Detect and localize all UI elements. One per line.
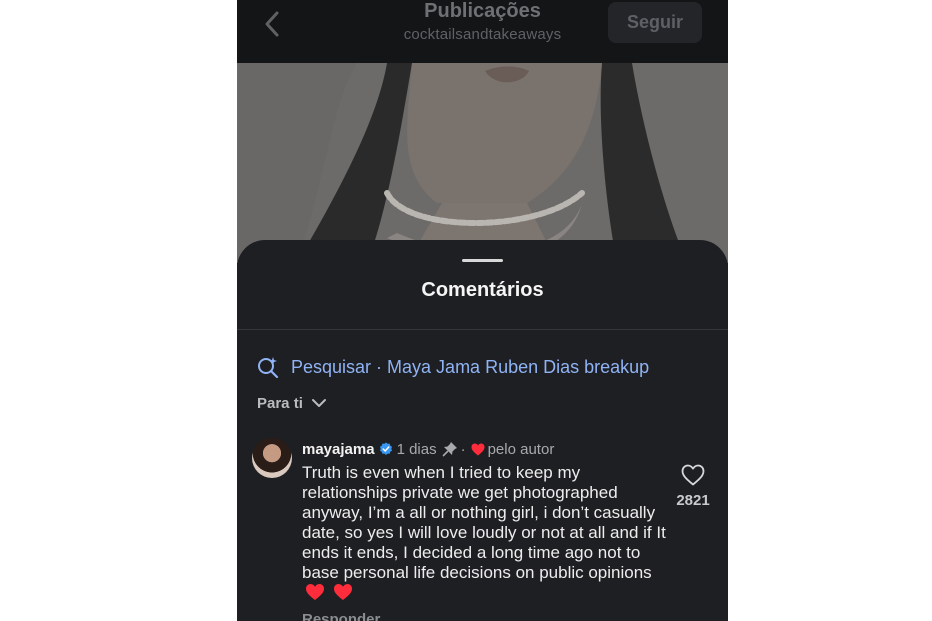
reply-button[interactable]: Responder — [302, 611, 380, 621]
red-heart-emoji-icon — [306, 584, 324, 600]
comment-text: Truth is even when I tried to keep my re… — [302, 463, 666, 582]
comment-time: 1 dias — [396, 440, 437, 458]
comment-username[interactable]: mayajama — [302, 441, 375, 458]
red-heart-icon — [471, 443, 485, 455]
heart-outline-icon[interactable] — [681, 464, 705, 486]
header-divider — [237, 329, 728, 330]
comment-body: Truth is even when I tried to keep my re… — [302, 463, 677, 603]
avatar[interactable] — [252, 438, 292, 478]
search-sparkle-icon — [258, 357, 279, 378]
chevron-down-icon — [311, 399, 326, 407]
comments-sheet: Comentários Pesquisar · Maya Jama Ruben … — [237, 240, 728, 621]
comments-title: Comentários — [421, 279, 544, 301]
comment-meta: mayajama 1 dias · pelo autor — [302, 439, 554, 459]
red-heart-emoji-icon — [333, 584, 352, 600]
meta-separator: · — [460, 440, 466, 458]
sheet-drag-handle[interactable] — [462, 259, 503, 262]
follow-button[interactable]: Seguir — [608, 2, 702, 43]
search-suggestion[interactable]: Pesquisar · Maya Jama Ruben Dias breakup — [257, 354, 649, 380]
post-photo — [237, 63, 728, 263]
pin-icon — [442, 442, 457, 457]
search-suggestion-label: Pesquisar · Maya Jama Ruben Dias breakup — [291, 356, 650, 377]
liked-by-author-label: pelo autor — [487, 440, 555, 458]
comment-item: mayajama 1 dias · pelo autor Truth is ev… — [252, 438, 718, 621]
verified-badge-icon — [379, 442, 392, 455]
sort-label: Para ti — [257, 394, 303, 412]
like-count: 2821 — [676, 492, 710, 509]
post-photo-image — [237, 63, 728, 263]
top-navigation-bar: Publicações cocktailsandtakeaways Seguir — [237, 0, 728, 63]
phone-screen: Publicações cocktailsandtakeaways Seguir… — [237, 0, 728, 621]
sort-dropdown[interactable]: Para ti — [257, 392, 327, 414]
